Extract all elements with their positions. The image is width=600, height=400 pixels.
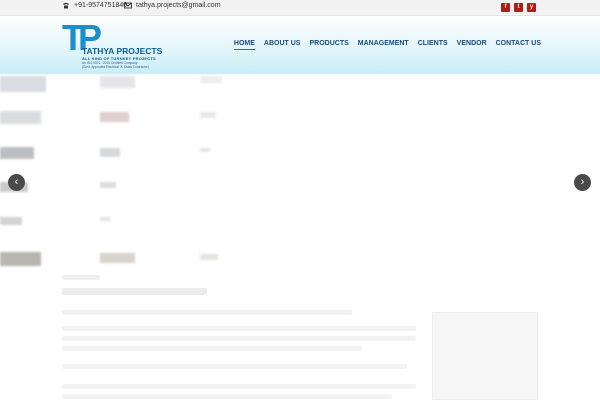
slide-image-fragment bbox=[200, 254, 218, 260]
faded-product-image bbox=[432, 312, 538, 400]
logo-approval: (Govt. Approved Electrical 'A' Class Con… bbox=[82, 65, 149, 69]
main-nav: HOME ABOUT US PRODUCTS MANAGEMENT CLIENT… bbox=[233, 40, 541, 50]
faded-text-line bbox=[62, 384, 416, 389]
faded-text-line bbox=[62, 364, 407, 369]
slide-image-fragment bbox=[200, 76, 222, 83]
slide-image-fragment bbox=[100, 217, 110, 221]
nav-about-us[interactable]: ABOUT US bbox=[264, 40, 301, 50]
top-contact-bar: +91-9574751840 tathya.projects@gmail.com… bbox=[0, 0, 600, 16]
facebook-icon[interactable]: f bbox=[501, 3, 510, 12]
nav-management[interactable]: MANAGEMENT bbox=[358, 40, 409, 50]
slide-image-fragment bbox=[0, 252, 41, 266]
site-logo[interactable]: TP TATHYA PROJECTS ALL KIND OF TURNKEY P… bbox=[62, 20, 163, 70]
faded-text-line bbox=[62, 346, 362, 351]
hero-slider bbox=[0, 74, 600, 274]
faded-heading bbox=[62, 288, 207, 295]
faded-heading bbox=[62, 275, 100, 280]
slide-image-fragment bbox=[0, 147, 34, 159]
slide-image-fragment bbox=[0, 111, 41, 124]
site-header: TP TATHYA PROJECTS ALL KIND OF TURNKEY P… bbox=[0, 16, 600, 74]
slider-prev-button[interactable]: ‹ bbox=[8, 174, 25, 191]
logo-company-name: TATHYA PROJECTS bbox=[82, 46, 163, 56]
nav-contact-us[interactable]: CONTACT US bbox=[496, 40, 541, 50]
faded-text-line bbox=[62, 326, 416, 331]
phone-icon bbox=[63, 2, 69, 9]
youtube-icon[interactable]: y bbox=[527, 3, 536, 12]
page-content-faded bbox=[0, 266, 600, 400]
slider-next-button[interactable]: › bbox=[574, 174, 591, 191]
nav-clients[interactable]: CLIENTS bbox=[418, 40, 448, 50]
email-contact[interactable]: tathya.projects@gmail.com bbox=[124, 2, 221, 9]
email-address: tathya.projects@gmail.com bbox=[136, 2, 221, 9]
slide-image-fragment bbox=[100, 148, 120, 157]
nav-products[interactable]: PRODUCTS bbox=[309, 40, 348, 50]
twitter-icon[interactable]: t bbox=[514, 3, 523, 12]
slide-image-fragment bbox=[200, 148, 210, 152]
slide-image-fragment bbox=[100, 182, 116, 188]
phone-contact[interactable]: +91-9574751840 bbox=[62, 2, 127, 9]
slide-image-fragment bbox=[0, 76, 46, 92]
faded-text-line bbox=[62, 336, 416, 341]
social-links: f t y bbox=[501, 3, 536, 12]
mail-icon bbox=[124, 2, 132, 9]
faded-text-line bbox=[62, 394, 392, 399]
nav-home[interactable]: HOME bbox=[233, 40, 255, 50]
nav-vendor[interactable]: VENDOR bbox=[457, 40, 487, 50]
slide-image-fragment bbox=[200, 112, 216, 118]
slide-image-fragment bbox=[0, 217, 22, 225]
slide-image-fragment bbox=[100, 112, 129, 122]
phone-number: +91-9574751840 bbox=[74, 2, 128, 9]
faded-text-line bbox=[62, 310, 352, 315]
slide-image-fragment bbox=[100, 253, 135, 263]
slide-image-fragment bbox=[100, 76, 135, 88]
